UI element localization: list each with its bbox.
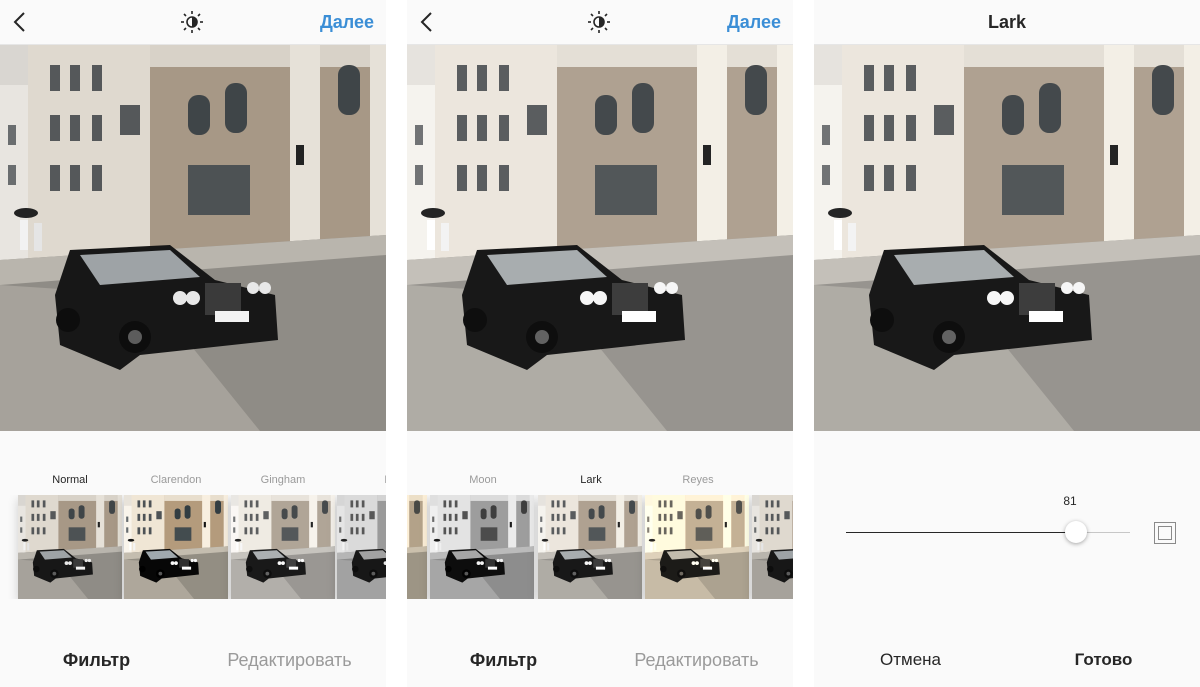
filter-labels: Moon Lark Reyes — [407, 474, 793, 490]
filter-thumbnails — [0, 495, 386, 599]
filter-thumb-previous[interactable] — [407, 495, 427, 599]
filter-label-reyes[interactable]: Reyes — [645, 474, 751, 486]
photo-preview — [814, 45, 1200, 431]
top-bar: Далее — [407, 0, 793, 45]
filter-thumb-clarendon[interactable] — [124, 495, 228, 599]
photo-preview — [0, 45, 386, 431]
strength-slider-fill — [846, 532, 1077, 533]
filter-thumb-moon[interactable] — [430, 495, 534, 599]
panel-filter-lark: Далее Moon Lark Reyes Фильтр Редактирова… — [407, 0, 793, 687]
back-arrow-icon[interactable] — [419, 11, 433, 33]
tab-filter[interactable]: Фильтр — [407, 650, 600, 671]
top-bar: Далее — [0, 0, 386, 45]
border-frame-icon[interactable] — [1154, 522, 1176, 544]
filter-thumbnails — [407, 495, 793, 599]
filter-label-normal[interactable]: Normal — [17, 474, 123, 486]
panel-filter-strength: Lark 81 Отмена Готово — [814, 0, 1200, 687]
strength-slider-knob[interactable] — [1065, 521, 1088, 543]
photo-preview — [407, 45, 793, 431]
bottom-tabs: Фильтр Редактировать — [407, 650, 793, 680]
filter-thumb-lark[interactable] — [538, 495, 642, 599]
slider-value: 81 — [1063, 494, 1077, 508]
done-button[interactable]: Готово — [1007, 650, 1200, 670]
filter-title: Lark — [987, 12, 1027, 32]
filter-labels: Normal Clarendon Gingham M — [0, 474, 386, 490]
filter-thumb-normal[interactable] — [18, 495, 122, 599]
tab-edit[interactable]: Редактировать — [193, 650, 386, 671]
tab-edit[interactable]: Редактировать — [600, 650, 793, 671]
filter-thumb-gingham[interactable] — [231, 495, 335, 599]
filter-label-partial[interactable]: M — [336, 474, 386, 486]
filter-label-gingham[interactable]: Gingham — [230, 474, 336, 486]
next-button[interactable]: Далее — [727, 12, 781, 33]
top-bar: Lark — [814, 0, 1200, 45]
filter-label-lark[interactable]: Lark — [538, 474, 644, 486]
lux-brightness-icon[interactable] — [180, 10, 204, 34]
bottom-tabs: Фильтр Редактировать — [0, 650, 386, 680]
tab-filter[interactable]: Фильтр — [0, 650, 193, 671]
next-button[interactable]: Далее — [320, 12, 374, 33]
filter-label-clarendon[interactable]: Clarendon — [123, 474, 229, 486]
bottom-actions: Отмена Готово — [814, 650, 1200, 680]
lux-brightness-icon[interactable] — [587, 10, 611, 34]
panel-filter-normal: Далее Normal Clarendon Gingham M Фильтр … — [0, 0, 386, 687]
filter-thumb-next[interactable] — [752, 495, 793, 599]
cancel-button[interactable]: Отмена — [814, 650, 1007, 670]
back-arrow-icon[interactable] — [12, 11, 26, 33]
filter-label-moon[interactable]: Moon — [430, 474, 536, 486]
filter-thumb-moon[interactable] — [337, 495, 386, 599]
filter-thumb-reyes[interactable] — [645, 495, 749, 599]
